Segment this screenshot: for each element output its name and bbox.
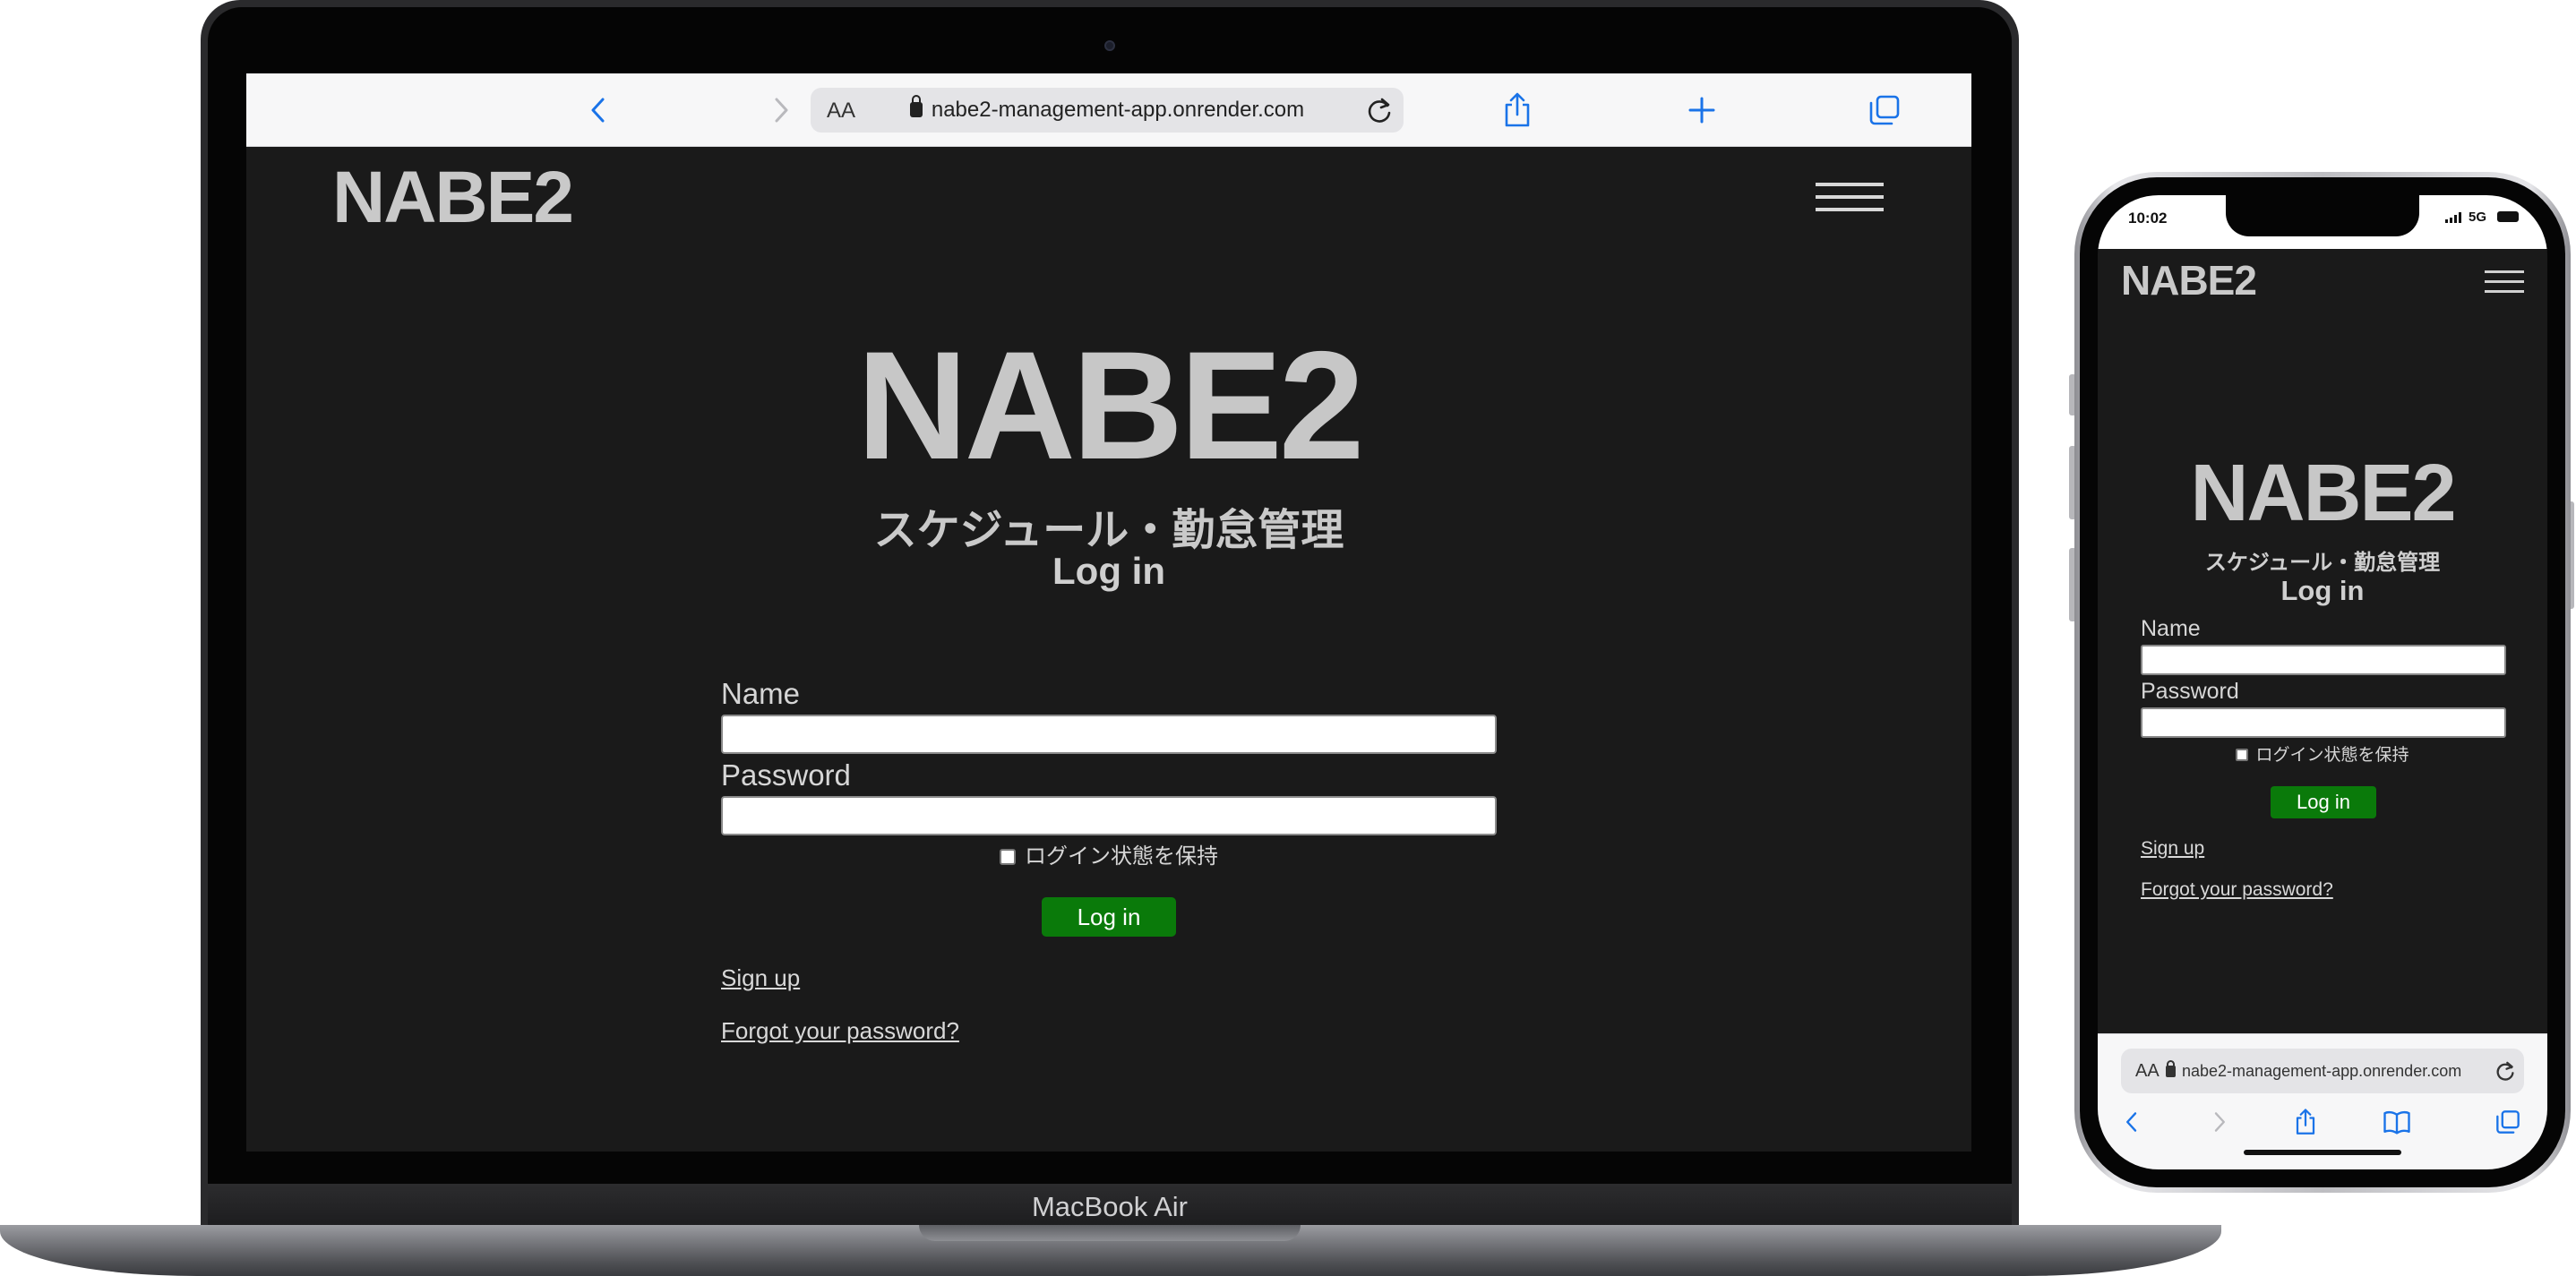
name-input[interactable] [721, 715, 1497, 754]
dynamic-island [2226, 195, 2419, 236]
remember-me-checkbox[interactable] [1000, 849, 1016, 865]
address-bar[interactable]: AA nabe2-management-app.onrender.com [2121, 1049, 2524, 1093]
forward-icon[interactable] [760, 90, 802, 131]
device-mockup-stage: AA nabe2-management-app.onrender.com NAB… [0, 0, 2576, 1276]
safari-toolbar: AA nabe2-management-app.onrender.com [246, 73, 1971, 147]
new-tab-icon[interactable] [1681, 90, 1722, 131]
address-bar[interactable]: AA nabe2-management-app.onrender.com [811, 88, 1404, 133]
nav-logo[interactable]: NABE2 [332, 156, 574, 240]
remember-me: ログイン状態を保持 [246, 838, 1971, 869]
url-display: nabe2-management-app.onrender.com [2166, 1060, 2462, 1081]
name-input[interactable] [2141, 645, 2506, 675]
camera-icon [1104, 40, 1115, 51]
macbook-hinge-notch [919, 1225, 1301, 1241]
tabs-icon[interactable] [1864, 90, 1905, 131]
hamburger-menu-icon[interactable] [2485, 270, 2524, 294]
password-input[interactable] [721, 796, 1497, 835]
forgot-password-link[interactable]: Forgot your password? [721, 1017, 959, 1045]
lock-icon [909, 95, 923, 117]
hero-subtitle: スケジュール・勤怠管理 [873, 507, 1344, 554]
password-input[interactable] [2141, 707, 2506, 738]
text-size-button[interactable]: AA [2135, 1061, 2160, 1082]
tabs-icon[interactable] [2490, 1104, 2526, 1140]
reload-icon[interactable] [1364, 95, 1395, 125]
signup-link[interactable]: Sign up [2141, 838, 2204, 860]
login-page: NABE2 NABE2 スケジュール・勤怠管理 Log in Name Pass… [246, 147, 1971, 1152]
macbook-screen: AA nabe2-management-app.onrender.com NAB… [246, 73, 1971, 1152]
lock-icon [2166, 1060, 2176, 1077]
macbook-label: MacBook Air [1031, 1191, 1188, 1222]
password-label: Password [2141, 679, 2239, 704]
hero-title: NABE2 [856, 320, 1364, 492]
hamburger-menu-icon[interactable] [1816, 183, 1884, 215]
hero-title: NABE2 [2190, 449, 2456, 538]
status-time: 10:02 [2128, 210, 2168, 227]
back-icon[interactable] [2114, 1104, 2150, 1140]
login-button[interactable]: Log in [1042, 897, 1176, 937]
reload-icon[interactable] [2494, 1059, 2517, 1083]
forward-icon[interactable] [2202, 1104, 2237, 1140]
iphone-screen: 10:02 5G NABE2 NABE2 スケジュール・勤怠管理 Log in … [2098, 195, 2547, 1169]
url-display: nabe2-management-app.onrender.com [811, 95, 1404, 123]
share-icon[interactable] [1497, 90, 1538, 131]
url-text: nabe2-management-app.onrender.com [931, 98, 1305, 122]
name-label: Name [2141, 616, 2201, 641]
form-title: Log in [2280, 575, 2365, 606]
network-label: 5G [2469, 210, 2487, 225]
share-icon[interactable] [2288, 1104, 2323, 1140]
bookmarks-icon[interactable] [2379, 1104, 2415, 1140]
battery-icon [2497, 211, 2519, 222]
home-indicator [2244, 1150, 2401, 1155]
login-button[interactable]: Log in [2271, 786, 2376, 818]
form-title: Log in [1052, 550, 1165, 592]
back-icon[interactable] [578, 90, 619, 131]
remember-me-checkbox[interactable] [2236, 749, 2249, 761]
forgot-password-link[interactable]: Forgot your password? [2141, 879, 2333, 901]
remember-me-label[interactable]: ログイン状態を保持 [2255, 746, 2409, 765]
mobile-login-page: NABE2 NABE2 スケジュール・勤怠管理 Log in Name Pass… [2098, 249, 2547, 1033]
url-text: nabe2-management-app.onrender.com [2182, 1062, 2462, 1080]
name-label: Name [721, 677, 801, 710]
nav-logo[interactable]: NABE2 [2121, 256, 2257, 304]
password-label: Password [721, 758, 851, 792]
hero-subtitle: スケジュール・勤怠管理 [2204, 551, 2441, 575]
signup-link[interactable]: Sign up [721, 964, 800, 992]
remember-me: ログイン状態を保持 [2098, 741, 2547, 766]
signal-icon [2445, 212, 2461, 223]
macbook-chin: MacBook Air [208, 1184, 2012, 1229]
remember-me-label[interactable]: ログイン状態を保持 [1025, 844, 1218, 869]
